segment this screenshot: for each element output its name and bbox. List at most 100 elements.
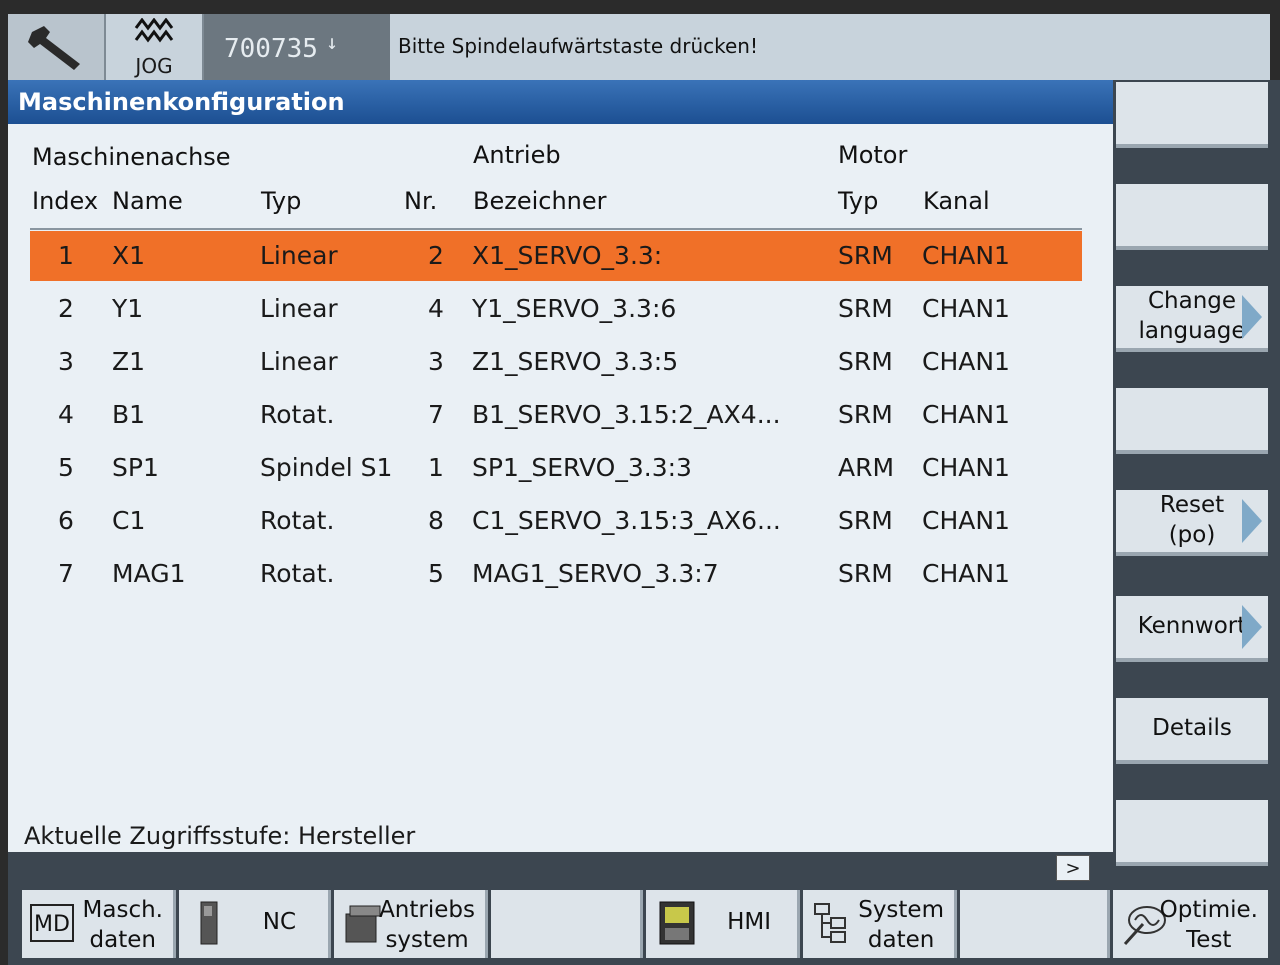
table-row[interactable]: 5 SP1 Spindel S1 1 SP1_SERVO_3.3:3 ARM C… [30, 443, 1082, 493]
details-label: Details [1152, 715, 1232, 742]
submenu-arrow-icon [1242, 605, 1262, 649]
hmi-button[interactable]: HMI [646, 890, 800, 958]
cell-motor-typ: SRM [838, 241, 893, 270]
cell-kanal: CHAN1 [922, 294, 1010, 323]
cell-typ: Linear [260, 347, 338, 376]
cell-typ: Spindel S1 [260, 453, 393, 482]
nc-button[interactable]: NC [179, 890, 331, 958]
vertical-softkey-8[interactable] [1116, 800, 1268, 866]
system-daten-button[interactable]: System daten [803, 890, 957, 958]
column-header-typ: Typ [261, 187, 302, 215]
cell-index: 2 [58, 294, 74, 323]
masch-daten-button[interactable]: MD Masch. daten [22, 890, 176, 958]
column-header-bezeichner: Bezeichner [473, 187, 607, 215]
cell-nr: 5 [428, 559, 444, 588]
reset-po-button[interactable]: Reset (po) [1116, 490, 1268, 556]
submenu-arrow-icon [1242, 499, 1262, 543]
program-number-field: 700735 ↓ [204, 14, 390, 80]
cell-bezeichner: Z1_SERVO_3.3:5 [472, 347, 679, 376]
table-row[interactable]: 6 C1 Rotat. 8 C1_SERVO_3.15:3_AX6... SRM… [30, 496, 1082, 546]
system-daten-label: System daten [858, 897, 944, 953]
cell-index: 3 [58, 347, 74, 376]
cell-index: 6 [58, 506, 74, 535]
cell-typ: Linear [260, 294, 338, 323]
scroll-strip [8, 852, 1113, 885]
kennwort-button[interactable]: Kennwort [1116, 596, 1268, 662]
table-row[interactable]: 4 B1 Rotat. 7 B1_SERVO_3.15:2_AX4... SRM… [30, 390, 1082, 440]
cell-name: Y1 [112, 294, 144, 323]
group-header-axis: Maschinenachse [32, 143, 231, 171]
vertical-softkey-1[interactable] [1116, 82, 1268, 148]
program-arrow: ↓ [325, 30, 338, 54]
cell-bezeichner: Y1_SERVO_3.3:6 [472, 294, 677, 323]
column-header-kanal: Kanal [923, 187, 990, 215]
cell-name: X1 [112, 241, 146, 270]
cell-typ: Linear [260, 241, 338, 270]
cell-name: C1 [112, 506, 146, 535]
cell-nr: 7 [428, 400, 444, 429]
group-header-drive: Antrieb [473, 141, 561, 169]
group-header-motor: Motor [838, 141, 908, 169]
cell-nr: 3 [428, 347, 444, 376]
cell-name: SP1 [112, 453, 159, 482]
cell-bezeichner: SP1_SERVO_3.3:3 [472, 453, 692, 482]
access-level-text: Aktuelle Zugriffsstufe: Hersteller [24, 822, 416, 850]
vertical-softkey-2[interactable] [1116, 184, 1268, 250]
cell-kanal: CHAN1 [922, 506, 1010, 535]
cell-motor-typ: SRM [838, 506, 893, 535]
table-row[interactable]: 7 MAG1 Rotat. 5 MAG1_SERVO_3.3:7 SRM CHA… [30, 549, 1082, 599]
cell-bezeichner: MAG1_SERVO_3.3:7 [472, 559, 719, 588]
change-language-label: Change language [1138, 288, 1246, 344]
change-language-button[interactable]: Change language [1116, 286, 1268, 352]
cell-bezeichner: B1_SERVO_3.15:2_AX4... [472, 400, 781, 429]
optimie-test-button[interactable]: Optimie. Test [1113, 890, 1268, 958]
hmi-label: HMI [727, 909, 771, 935]
horizontal-softkey-4[interactable] [491, 890, 643, 958]
tree-structure-icon [814, 903, 846, 943]
cell-motor-typ: ARM [838, 453, 895, 482]
drive-system-icon [345, 905, 381, 943]
cell-kanal: CHAN1 [922, 453, 1010, 482]
vertical-softkey-4[interactable] [1116, 388, 1268, 454]
service-mode-button[interactable] [8, 14, 106, 80]
table-row[interactable]: 2 Y1 Linear 4 Y1_SERVO_3.3:6 SRM CHAN1 [30, 284, 1082, 334]
nc-label: NC [262, 909, 296, 935]
cell-nr: 1 [428, 453, 444, 482]
cell-index: 5 [58, 453, 74, 482]
cell-index: 7 [58, 559, 74, 588]
jog-mode-icon [134, 18, 174, 43]
hmi-panel-icon [659, 901, 695, 945]
horizontal-softkey-7[interactable] [960, 890, 1110, 958]
cell-motor-typ: SRM [838, 400, 893, 429]
alarm-message: Bitte Spindelaufwärtstaste drücken! [398, 34, 758, 58]
header-divider [30, 228, 1082, 230]
cell-kanal: CHAN1 [922, 347, 1010, 376]
cell-index: 1 [58, 241, 74, 270]
cell-kanal: CHAN1 [922, 241, 1010, 270]
details-button[interactable]: Details [1116, 698, 1268, 764]
cell-motor-typ: SRM [838, 294, 893, 323]
antriebs-system-label: Antriebs system [379, 897, 475, 953]
cell-motor-typ: SRM [838, 347, 893, 376]
submenu-arrow-icon [1242, 295, 1262, 339]
program-number: 700735 [224, 34, 318, 64]
cell-name: Z1 [112, 347, 146, 376]
table-row[interactable]: 3 Z1 Linear 3 Z1_SERVO_3.3:5 SRM CHAN1 [30, 337, 1082, 387]
column-header-index: Index [32, 187, 99, 215]
mode-indicator: JOG [106, 14, 204, 80]
antriebs-system-button[interactable]: Antriebs system [334, 890, 488, 958]
cell-typ: Rotat. [260, 559, 335, 588]
column-header-nr: Nr. [404, 187, 438, 215]
column-header-motor-typ: Typ [838, 187, 879, 215]
cell-nr: 8 [428, 506, 444, 535]
column-header-name: Name [112, 187, 183, 215]
next-page-button[interactable]: > [1056, 855, 1090, 881]
cell-typ: Rotat. [260, 506, 335, 535]
cell-index: 4 [58, 400, 74, 429]
cell-nr: 2 [428, 241, 444, 270]
cell-motor-typ: SRM [838, 559, 893, 588]
masch-daten-label: Masch. daten [82, 897, 163, 953]
table-row-selected[interactable]: 1 X1 Linear 2 X1_SERVO_3.3: SRM CHAN1 [30, 231, 1082, 281]
optimie-test-label: Optimie. Test [1159, 897, 1258, 953]
mode-label: JOG [135, 54, 173, 78]
